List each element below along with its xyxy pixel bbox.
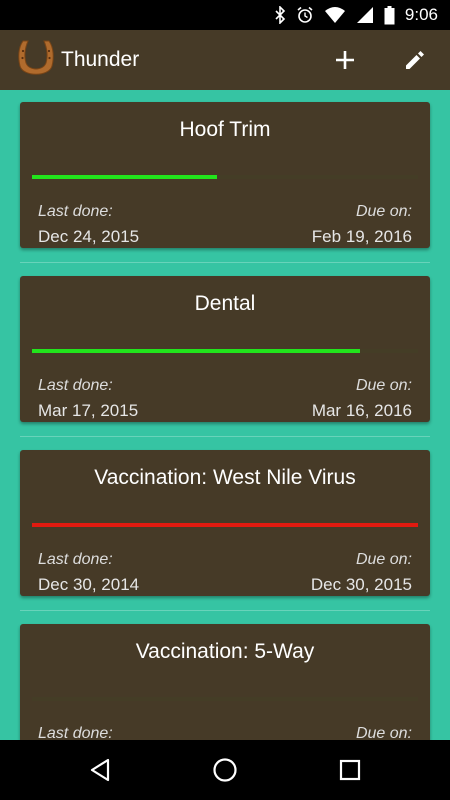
progress-track [32,349,418,353]
last-done-label: Last done: [38,377,113,394]
last-done-label: Last done: [38,551,113,568]
task-title: Vaccination: West Nile Virus [94,466,356,489]
due-on-label: Due on: [355,551,412,568]
back-triangle-icon [90,758,110,782]
signal-icon [356,7,373,23]
back-button[interactable] [85,755,115,785]
status-bar: 9:06 [0,0,450,30]
navigation-bar [0,740,450,800]
wifi-icon [324,7,345,23]
due-on-value: Dec 30, 2015 [310,575,412,594]
task-title: Vaccination: 5-Way [135,640,315,663]
progress-track [32,175,418,179]
divider [20,610,430,611]
progress-fill [32,349,361,353]
recents-button[interactable] [335,755,365,785]
divider [20,436,430,437]
due-on-label: Due on: [355,725,412,740]
bluetooth-icon [275,6,286,24]
add-button[interactable] [327,42,363,78]
edit-button[interactable] [397,42,433,78]
plus-icon [336,51,354,69]
last-done-label: Last done: [38,725,113,740]
pencil-icon [406,51,424,69]
task-title: Dental [194,292,256,315]
progress-fill [32,523,418,527]
last-done-label: Last done: [38,203,113,220]
due-on-value: Mar 16, 2016 [311,401,412,420]
last-done-value: Dec 30, 2014 [38,575,140,594]
task-card-2[interactable]: Vaccination: West Nile Virus Last done: … [20,450,430,596]
app-bar: Thunder [0,30,450,90]
horseshoe-icon [18,40,54,75]
battery-icon [384,5,395,24]
home-button[interactable] [210,755,240,785]
recents-square-icon [339,759,361,781]
status-icons: 9:06 [274,0,438,30]
progress-track [32,523,418,527]
app-title: Thunder [61,48,140,71]
due-on-label: Due on: [355,377,412,394]
due-on-label: Due on: [355,203,412,220]
progress-track [32,697,418,701]
alarm-icon [297,6,313,23]
last-done-value: Mar 17, 2015 [38,401,139,420]
task-card-0[interactable]: Hoof Trim Last done: Due on: Dec 24, 201… [20,102,430,248]
last-done-value: Dec 24, 2015 [38,227,140,246]
task-title: Hoof Trim [179,118,271,141]
task-card-3[interactable]: Vaccination: 5-Way Last done: Due on: [20,624,430,740]
progress-fill [32,175,218,179]
task-card-1[interactable]: Dental Last done: Due on: Mar 17, 2015 M… [20,276,430,422]
home-circle-icon [213,758,237,782]
due-on-value: Feb 19, 2016 [311,227,412,246]
clock-time: 9:06 [404,5,438,24]
divider [20,262,430,263]
task-list[interactable]: Hoof Trim Last done: Due on: Dec 24, 201… [0,90,450,740]
